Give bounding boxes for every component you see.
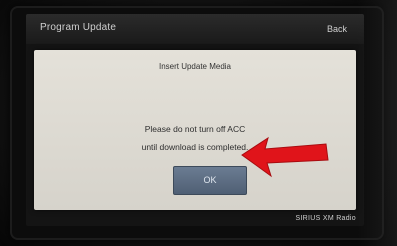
update-dialog: Insert Update Media Please do not turn o… [34, 50, 356, 210]
photo-frame: Program Update Back Insert Update Media … [0, 0, 397, 246]
dialog-message-line-1: Please do not turn off ACC [144, 124, 246, 134]
siriusxm-logo: SIRIUS XM Radio [295, 215, 356, 222]
ok-button[interactable]: OK [173, 166, 247, 195]
back-button[interactable]: Back [318, 20, 356, 38]
dialog-heading: Insert Update Media [158, 62, 232, 71]
head-unit-screen: Program Update Back Insert Update Media … [26, 14, 364, 226]
arrow-shape [241, 136, 329, 178]
screen-title: Program Update [40, 22, 117, 33]
reflection-glare [357, 0, 397, 246]
red-arrow-icon [241, 136, 329, 178]
title-bar: Program Update Back [26, 14, 364, 44]
